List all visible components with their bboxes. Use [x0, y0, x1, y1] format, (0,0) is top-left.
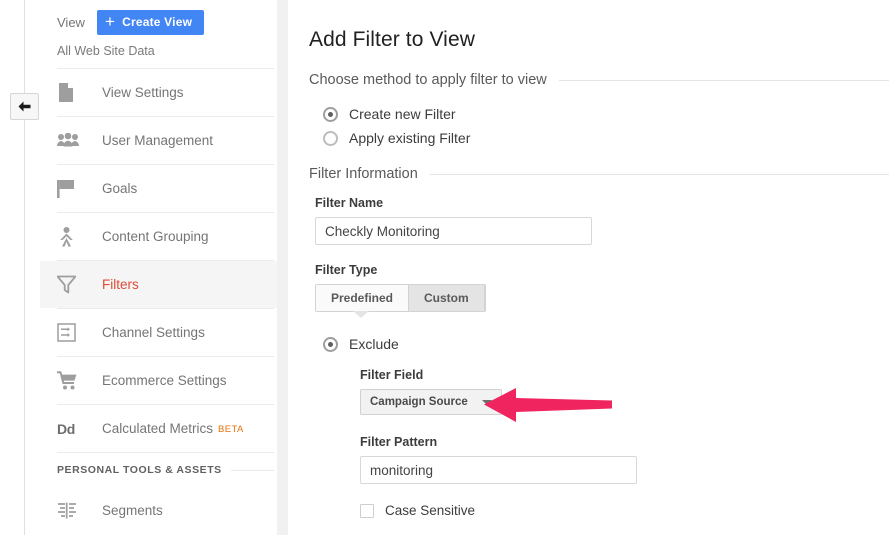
analytics-admin-screen: View + Create View All Web Site Data Vie… [0, 0, 889, 535]
filter-name-label: Filter Name [315, 196, 889, 210]
admin-sidebar: View + Create View All Web Site Data Vie… [40, 0, 278, 535]
radio-icon [323, 107, 338, 122]
property-name: All Web Site Data [40, 44, 278, 68]
radio-label: Exclude [349, 336, 399, 352]
filter-field-value: Campaign Source [370, 396, 468, 408]
sidebar-item-label: Ecommerce Settings [102, 373, 227, 388]
people-icon [57, 133, 87, 148]
sidebar-item-ecommerce-settings[interactable]: Ecommerce Settings [40, 357, 278, 404]
section-rule [559, 80, 889, 81]
sidebar-item-content-grouping[interactable]: Content Grouping [40, 213, 278, 260]
plus-icon: + [105, 13, 115, 30]
filter-type-tabs: Predefined Custom [315, 284, 486, 312]
sidebar-item-segments[interactable]: Segments [40, 487, 278, 534]
radio-icon [323, 337, 338, 352]
dd-icon: Dd [57, 421, 87, 437]
flag-icon [57, 179, 87, 198]
checkbox-icon [360, 504, 374, 518]
view-header: View + Create View [40, 0, 278, 44]
case-sensitive-checkbox-row[interactable]: Case Sensitive [360, 503, 889, 518]
sidebar-item-label: Content Grouping [102, 229, 209, 244]
filter-type-label: Filter Type [315, 263, 889, 277]
main-panel: Add Filter to View Choose method to appl… [289, 0, 889, 535]
sidebar-item-view-settings[interactable]: View Settings [40, 69, 278, 116]
radio-create-new-filter[interactable]: Create new Filter [323, 102, 889, 126]
filter-field-dropdown[interactable]: Campaign Source [360, 389, 502, 415]
filter-information-section-header: Filter Information [309, 166, 889, 182]
sidebar-item-channel-settings[interactable]: Channel Settings [40, 309, 278, 356]
chevron-down-icon [482, 400, 492, 405]
page-title: Add Filter to View [309, 28, 889, 52]
radio-icon [323, 131, 338, 146]
sidebar-item-filters[interactable]: Filters [40, 261, 278, 308]
case-sensitive-label: Case Sensitive [385, 503, 475, 518]
sidebar-item-goals[interactable]: Goals [40, 165, 278, 212]
filter-pattern-input[interactable] [360, 456, 637, 484]
sidebar-item-label: Channel Settings [102, 325, 205, 340]
radio-label: Create new Filter [349, 106, 456, 122]
tab-custom[interactable]: Custom [409, 285, 485, 311]
personal-tools-section-header: PERSONAL TOOLS & ASSETS [40, 453, 278, 487]
collapse-sidebar-button[interactable] [10, 93, 39, 120]
person-group-icon [57, 227, 87, 247]
filter-name-input[interactable] [315, 217, 592, 245]
segments-icon [57, 502, 87, 519]
sidebar-item-user-management[interactable]: User Management [40, 117, 278, 164]
sidebar-scrollbar-track[interactable] [277, 0, 288, 535]
document-icon [57, 83, 87, 102]
create-view-button[interactable]: + Create View [97, 10, 204, 35]
view-label: View [57, 15, 85, 30]
sidebar-item-label: Calculated Metrics BETA [102, 421, 244, 436]
calculated-metrics-label: Calculated Metrics [102, 421, 213, 436]
radio-apply-existing-filter[interactable]: Apply existing Filter [323, 126, 889, 150]
cart-icon [57, 371, 87, 390]
sidebar-item-label: Segments [102, 503, 163, 518]
sidebar-item-label: Goals [102, 181, 137, 196]
sidebar-item-label: User Management [102, 133, 213, 148]
sidebar-item-calculated-metrics[interactable]: Dd Calculated Metrics BETA [40, 405, 278, 452]
radio-label: Apply existing Filter [349, 130, 470, 146]
filter-pattern-label: Filter Pattern [360, 435, 889, 449]
section-header-rule [231, 470, 274, 471]
beta-badge: BETA [218, 424, 244, 435]
sidebar-item-label: Filters [102, 277, 139, 292]
method-section-header: Choose method to apply filter to view [309, 72, 889, 88]
sidebar-item-label: View Settings [102, 85, 184, 100]
rail-divider [24, 0, 25, 535]
section-rule [430, 174, 889, 175]
section-header-label: PERSONAL TOOLS & ASSETS [57, 464, 222, 476]
channel-icon [57, 323, 87, 342]
radio-exclude[interactable]: Exclude [323, 332, 889, 356]
filter-information-label: Filter Information [309, 166, 418, 182]
back-arrow-icon [17, 100, 32, 113]
tab-predefined[interactable]: Predefined [316, 285, 409, 311]
create-view-button-label: Create View [122, 15, 192, 29]
tab-pointer-icon [353, 311, 369, 318]
filter-field-label: Filter Field [360, 368, 889, 382]
method-section-label: Choose method to apply filter to view [309, 72, 547, 88]
funnel-icon [57, 275, 87, 294]
